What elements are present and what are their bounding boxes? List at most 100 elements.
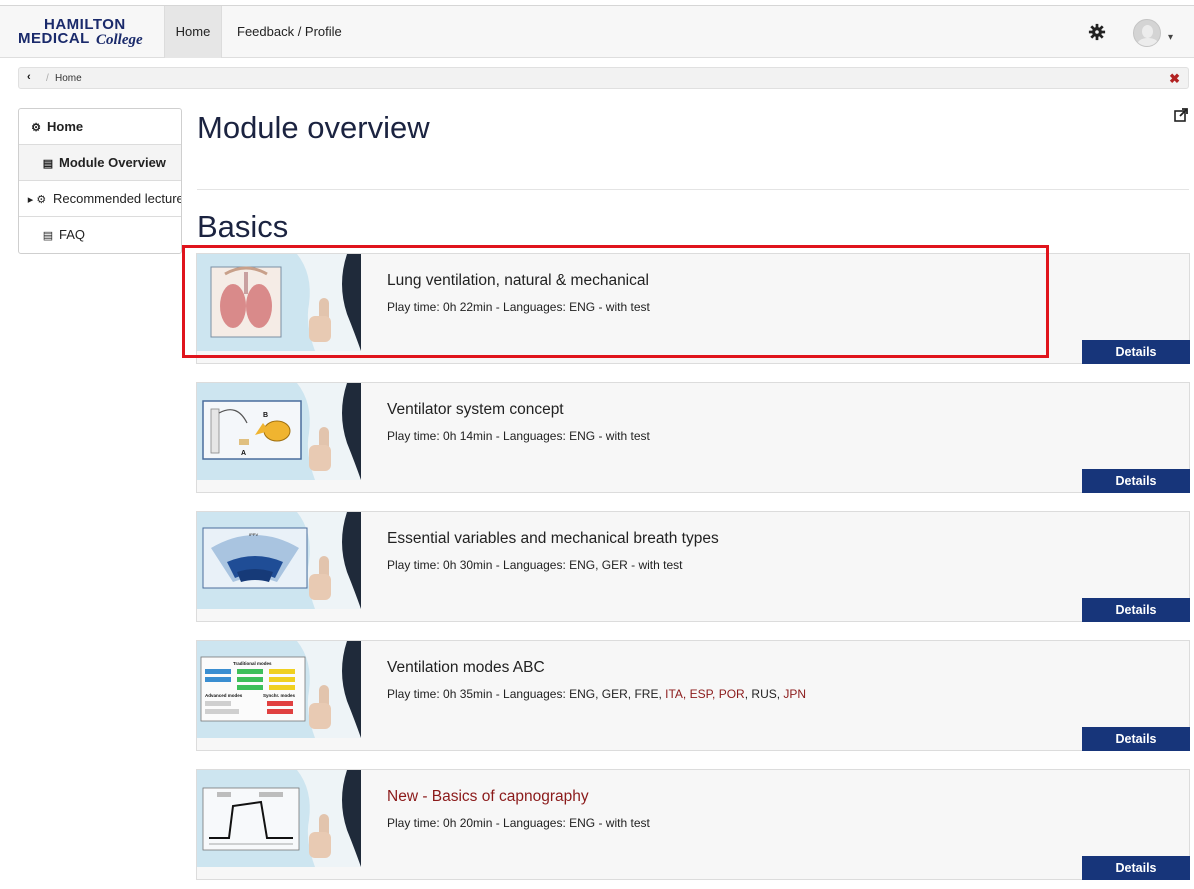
meta-test: - with test [627, 558, 683, 572]
thumbnail-lungs-art [197, 254, 361, 351]
module-card[interactable]: New - Basics of capnography Play time: 0… [196, 769, 1190, 880]
nav-feedback-profile-link[interactable]: Feedback / Profile [237, 6, 342, 58]
sidebar-home-indent [19, 119, 29, 134]
module-card[interactable]: IPPV Essential variables and mechanical … [196, 511, 1190, 622]
meta-languages: ENG [569, 429, 596, 443]
section-title-basics: Basics [197, 209, 289, 244]
sidebar-faq-indent [19, 227, 41, 242]
thumb-label-ippv: IPPV [249, 532, 258, 537]
meta-playtime: 0h 30min [443, 558, 493, 572]
avatar-body-shape [1137, 38, 1159, 46]
external-link-icon[interactable] [1174, 108, 1188, 127]
thumbnail-ventilator-art: B A [197, 383, 361, 480]
meta-test: - with test [595, 816, 650, 830]
meta-playtime: 0h 35min [443, 687, 493, 701]
logo-line-2: MEDICAL [18, 30, 90, 47]
details-button[interactable]: Details [1082, 727, 1190, 751]
logo-line-3: College [96, 32, 143, 48]
module-card[interactable]: Traditional modes Advanced modes Synchr.… [196, 640, 1190, 751]
meta-prefix: Play time: [387, 816, 444, 830]
meta-languages-label: - Languages: [492, 687, 570, 701]
meta-languages-highlighted-2: JPN [783, 687, 807, 701]
avatar-head-shape [1142, 25, 1153, 38]
module-thumbnail-modes[interactable]: Traditional modes Advanced modes Synchr.… [197, 641, 361, 738]
details-button[interactable]: Details [1082, 856, 1190, 880]
module-title[interactable]: Ventilation modes ABC [387, 659, 545, 677]
breadcrumb-separator: / [46, 73, 49, 84]
meta-playtime: 0h 20min [443, 816, 493, 830]
details-button[interactable]: Details [1082, 340, 1190, 364]
meta-languages: ENG, GER [569, 558, 628, 572]
sidebar-item-recommended-lectures[interactable]: ▸ ⚙ Recommended lectures [19, 181, 182, 217]
module-meta: Play time: 0h 22min - Languages: ENG - w… [387, 300, 650, 314]
close-icon[interactable]: ✖ [1169, 71, 1180, 87]
meta-languages: ENG, GER, FRE, [569, 687, 666, 701]
sidebar-item-label: Recommended lectures [53, 191, 182, 206]
page-title: Module overview [197, 110, 430, 145]
title-divider [197, 189, 1189, 190]
meta-languages-label: - Languages: [492, 429, 570, 443]
module-thumbnail-breath-types[interactable]: IPPV [197, 512, 361, 609]
sidebar-item-home[interactable]: ⚙ Home [19, 109, 181, 145]
sidebar-module-indent [19, 155, 41, 170]
details-button[interactable]: Details [1082, 598, 1190, 622]
meta-test: - with test [595, 300, 650, 314]
document-icon: ▤ [42, 158, 54, 170]
sidebar-item-label: Module Overview [59, 155, 166, 170]
meta-languages: ENG [569, 816, 596, 830]
meta-prefix: Play time: [387, 687, 444, 701]
nav-home-link[interactable]: Home [164, 6, 222, 58]
module-meta: Play time: 0h 14min - Languages: ENG - w… [387, 429, 650, 443]
module-meta: Play time: 0h 20min - Languages: ENG - w… [387, 816, 650, 830]
module-thumbnail-capnography[interactable] [197, 770, 361, 867]
meta-languages-rest: , RUS, [744, 687, 784, 701]
breadcrumb-home[interactable]: Home [55, 73, 82, 84]
module-thumbnail-ventilator[interactable]: B A [197, 383, 361, 480]
sidebar: ⚙ Home ▤ Module Overview ▸ ⚙ Recommended le… [18, 108, 182, 254]
meta-languages: ENG [569, 300, 596, 314]
thumb-label-b: B [263, 412, 268, 419]
home-cube-icon: ⚙ [31, 122, 41, 134]
meta-languages-label: - Languages: [492, 300, 570, 314]
module-meta: Play time: 0h 35min - Languages: ENG, GE… [387, 687, 806, 701]
thumbnail-breath-types-art: IPPV [197, 512, 361, 609]
user-menu-caret-icon[interactable]: ▾ [1168, 32, 1173, 43]
thumbnail-modes-art: Traditional modes Advanced modes Synchr.… [197, 641, 361, 738]
thumb-label-advanced: Advanced modes [205, 693, 243, 698]
hamilton-logo[interactable]: HAMILTON MEDICAL College [10, 16, 160, 52]
settings-gear-icon[interactable] [1088, 23, 1106, 41]
meta-playtime: 0h 22min [443, 300, 493, 314]
sidebar-item-module-overview[interactable]: ▤ Module Overview [19, 145, 181, 181]
module-card[interactable]: Lung ventilation, natural & mechanical P… [196, 253, 1190, 364]
user-avatar[interactable] [1133, 19, 1161, 47]
meta-prefix: Play time: [387, 429, 444, 443]
meta-prefix: Play time: [387, 300, 444, 314]
document-icon: ▤ [42, 230, 54, 242]
module-thumbnail-lungs[interactable] [197, 254, 361, 351]
module-title[interactable]: Essential variables and mechanical breat… [387, 530, 719, 548]
module-title[interactable]: Lung ventilation, natural & mechanical [387, 272, 649, 290]
module-title[interactable]: Ventilator system concept [387, 401, 564, 419]
meta-playtime: 0h 14min [443, 429, 493, 443]
thumb-label-a: A [241, 450, 246, 457]
meta-languages-label: - Languages: [492, 558, 570, 572]
expand-caret-cogs-icon: ▸ ⚙ [27, 194, 47, 206]
module-title[interactable]: New - Basics of capnography [387, 788, 589, 806]
sidebar-item-label: FAQ [59, 227, 86, 242]
thumbnail-capnography-art [197, 770, 361, 867]
details-button[interactable]: Details [1082, 469, 1190, 493]
module-meta: Play time: 0h 30min - Languages: ENG, GE… [387, 558, 683, 572]
thumb-label-traditional: Traditional modes [233, 661, 272, 666]
back-chevron-icon[interactable]: ‹ [27, 71, 31, 83]
external-link-svg [1174, 108, 1188, 122]
thumb-label-synchr: Synchr. modes [263, 693, 296, 698]
sidebar-item-faq[interactable]: ▤ FAQ [19, 217, 181, 253]
breadcrumb: ‹ / Home ✖ [18, 67, 1189, 89]
meta-test: - with test [595, 429, 650, 443]
meta-languages-highlighted: ITA, ESP, POR [665, 687, 745, 701]
sidebar-item-label: Home [47, 119, 84, 134]
meta-languages-label: - Languages: [492, 816, 570, 830]
module-card[interactable]: B A Ventilator system concept Play time:… [196, 382, 1190, 493]
navbar: HAMILTON MEDICAL College Home Feedback /… [0, 6, 1194, 58]
meta-prefix: Play time: [387, 558, 444, 572]
